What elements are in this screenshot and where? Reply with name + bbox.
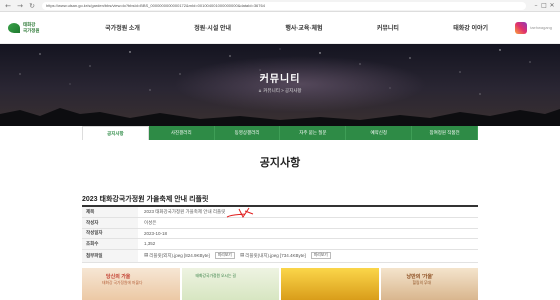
address-bar[interactable]: https://www.ulsan.go.kr/s/garden/bbs/vie… <box>42 1 526 10</box>
field-label: 작성자 <box>82 217 138 229</box>
hero-title: 커뮤니티 <box>259 74 301 85</box>
table-row: 작성자 이성은 <box>82 217 478 229</box>
attachment-link[interactable]: ▤ 리플릿(외지).jpeg [824.9KByte] <box>144 253 210 259</box>
window-controls: – □ ✕ <box>532 2 556 10</box>
leaflet-image-1: 당신의 가을 태화강 국가정원에 머물다 <box>82 268 180 300</box>
forward-arrow-icon[interactable]: → <box>16 2 24 10</box>
red-annotation-mark <box>226 207 254 218</box>
field-value: 1,352 <box>138 238 478 250</box>
nav-item-events[interactable]: 행사·교육·체험 <box>285 23 322 32</box>
back-arrow-icon[interactable]: ← <box>4 2 12 10</box>
field-label: 제목 <box>82 207 138 218</box>
sns-label: taehwagang <box>530 25 552 30</box>
leaflet-images: 당신의 가을 태화강 국가정원에 머물다 태화강국가정원 오시는 길 낭만의 '… <box>82 268 478 300</box>
instagram-icon[interactable] <box>515 21 528 34</box>
tree-silhouette <box>0 108 560 126</box>
attachments-cell: ▤ 리플릿(외지).jpeg [824.9KByte] 미리보기 ▤ 리플릿(내지).… <box>138 249 478 263</box>
sns-link[interactable]: taehwagang <box>515 21 552 34</box>
breadcrumb: ⌂ 커뮤니티 > 공지사항 <box>258 88 302 94</box>
tab-photo-gallery[interactable]: 사진갤러리 <box>148 126 215 140</box>
site-logo[interactable]: 태화강 국가정원 <box>8 22 68 33</box>
tab-video-gallery[interactable]: 동영상갤러리 <box>214 126 281 140</box>
table-row: 작성일자 2023-10-18 <box>82 228 478 239</box>
tab-faq[interactable]: 자주 묻는 질문 <box>280 126 347 140</box>
logo-text: 태화강 국가정원 <box>23 22 40 33</box>
nav-item-intro[interactable]: 국가정원 소개 <box>105 23 140 32</box>
leaflet-subtitle: 태화강 국가정원에 머물다 <box>102 281 143 285</box>
hero-banner: 커뮤니티 ⌂ 커뮤니티 > 공지사항 <box>0 44 560 126</box>
refresh-icon[interactable]: ↻ <box>28 2 36 10</box>
browser-toolbar: ← → ↻ https://www.ulsan.go.kr/s/garden/b… <box>0 0 560 12</box>
logo-leaf-icon <box>8 22 20 33</box>
sub-tabs: 공지사항 사진갤러리 동영상갤러리 자주 묻는 질문 예약신청 참여정원 작품전 <box>82 126 478 140</box>
tab-notice[interactable]: 공지사항 <box>82 126 149 140</box>
minimize-icon[interactable]: – <box>532 2 540 10</box>
leaflet-subtitle: 태화강국가정원 오시는 길 <box>195 274 237 278</box>
field-value: 2023 태화강국가정원 가을축제 안내 리플릿 <box>138 207 478 218</box>
leaflet-title: 낭만의 '가을' <box>406 274 434 280</box>
field-label: 작성일자 <box>82 228 138 239</box>
table-row: 조회수 1,352 <box>82 238 478 250</box>
leaflet-image-4: 낭만의 '가을' 힐링의 무대 <box>380 268 478 300</box>
maximize-icon[interactable]: □ <box>540 2 548 10</box>
post-meta-table: 제목 2023 태화강국가정원 가을축제 안내 리플릿 작성자 이성은 작성일자… <box>82 207 478 263</box>
attachment-link[interactable]: ▤ 리플릿(내지).jpeg [734.4KByte] <box>240 253 306 259</box>
file-icon: ▤ <box>240 253 245 258</box>
table-row: 첨부파일 ▤ 리플릿(외지).jpeg [824.9KByte] 미리보기 ▤ 리플릿… <box>82 249 478 263</box>
field-value: 2023-10-18 <box>138 228 478 239</box>
field-label: 첨부파일 <box>82 249 138 263</box>
nav-item-story[interactable]: 태화강 이야기 <box>453 23 488 32</box>
preview-button[interactable]: 미리보기 <box>214 252 235 259</box>
field-label: 조회수 <box>82 238 138 250</box>
preview-button[interactable]: 미리보기 <box>310 252 331 259</box>
leaflet-image-3 <box>281 268 379 300</box>
close-icon[interactable]: ✕ <box>548 2 556 10</box>
file-icon: ▤ <box>144 253 149 258</box>
home-icon[interactable]: ⌂ <box>258 89 261 94</box>
tab-reservation[interactable]: 예약신청 <box>346 126 413 140</box>
leaflet-image-2: 태화강국가정원 오시는 길 <box>181 268 279 300</box>
tab-garden-exhibit[interactable]: 참여정원 작품전 <box>412 126 478 140</box>
field-value: 이성은 <box>138 217 478 229</box>
site-header: 태화강 국가정원 국가정원 소개 정원·시설 안내 행사·교육·체험 커뮤니티 … <box>0 12 560 44</box>
page-title: 공지사항 <box>259 157 301 169</box>
leaflet-subtitle: 힐링의 무대 <box>412 281 432 285</box>
nav-item-community[interactable]: 커뮤니티 <box>377 23 399 32</box>
table-row: 제목 2023 태화강국가정원 가을축제 안내 리플릿 <box>82 207 478 218</box>
main-nav: 국가정원 소개 정원·시설 안내 행사·교육·체험 커뮤니티 태화강 이야기 <box>68 23 515 32</box>
post-title: 2023 태화강국가정원 가을축제 안내 리플릿 <box>82 196 209 203</box>
nav-item-facilities[interactable]: 정원·시설 안내 <box>194 23 231 32</box>
leaflet-title: 당신의 가을 <box>106 274 131 280</box>
